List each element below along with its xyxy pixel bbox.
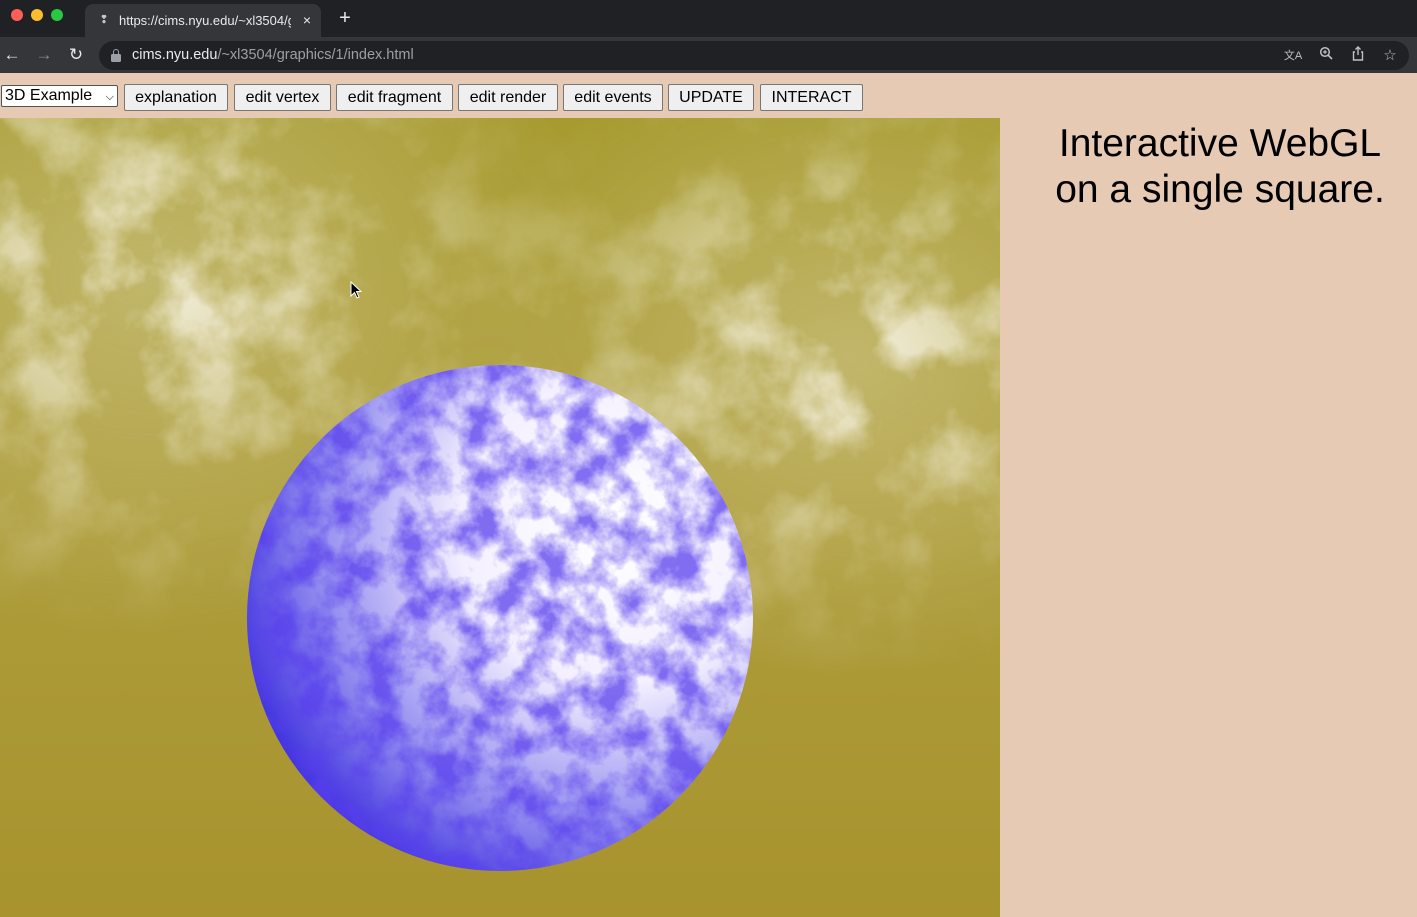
address-bar[interactable]: cims.nyu.edu/~xl3504/graphics/1/index.ht…	[99, 41, 1409, 70]
lock-icon[interactable]	[111, 49, 121, 62]
bookmark-star-icon[interactable]: ☆	[1380, 46, 1400, 66]
tab-title: https://cims.nyu.edu/~xl3504/graphics/1/…	[119, 13, 291, 28]
url-text[interactable]: cims.nyu.edu/~xl3504/graphics/1/index.ht…	[132, 47, 414, 64]
browser-tab[interactable]: ❢ https://cims.nyu.edu/~xl3504/graphics/…	[85, 4, 321, 37]
explanation-button[interactable]: explanation	[124, 84, 228, 111]
example-select-value: 3D Example	[5, 87, 93, 104]
edit-events-button[interactable]: edit events	[563, 84, 663, 111]
browser-toolbar: ← → ↻ cims.nyu.edu/~xl3504/graphics/1/in…	[0, 37, 1417, 73]
url-path: /~xl3504/graphics/1/index.html	[217, 47, 414, 63]
close-tab-icon[interactable]: ×	[298, 11, 316, 29]
edit-render-button[interactable]: edit render	[458, 84, 558, 111]
webgl-canvas[interactable]	[0, 118, 1000, 917]
interact-button[interactable]: INTERACT	[760, 84, 863, 111]
share-icon[interactable]	[1348, 46, 1368, 66]
info-icon: ❢	[99, 14, 109, 26]
page-content: 3D Example ⌵ explanation edit vertex edi…	[0, 73, 1417, 917]
zoom-icon[interactable]	[1316, 46, 1336, 66]
forward-button[interactable]: →	[32, 43, 56, 67]
new-tab-button[interactable]: +	[335, 8, 355, 28]
edit-fragment-button[interactable]: edit fragment	[336, 84, 453, 111]
reload-button[interactable]: ↻	[64, 43, 88, 67]
example-select[interactable]: 3D Example ⌵	[1, 85, 118, 107]
mouse-cursor-icon	[350, 281, 363, 299]
headline-line-2: on a single square.	[1055, 168, 1385, 211]
page-headline: Interactive WebGL on a single square.	[1030, 121, 1410, 213]
headline-line-1: Interactive WebGL	[1058, 122, 1382, 165]
browser-titlebar: ❢ https://cims.nyu.edu/~xl3504/graphics/…	[0, 0, 1417, 37]
update-button[interactable]: UPDATE	[668, 84, 754, 111]
edit-vertex-button[interactable]: edit vertex	[234, 84, 331, 111]
url-host: cims.nyu.edu	[132, 47, 218, 63]
close-window-button[interactable]	[11, 9, 23, 21]
maximize-window-button[interactable]	[51, 9, 63, 21]
minimize-window-button[interactable]	[31, 9, 43, 21]
chevron-down-icon: ⌵	[105, 91, 114, 103]
back-button[interactable]: ←	[0, 43, 24, 67]
translate-icon[interactable]: 文A	[1283, 46, 1303, 66]
